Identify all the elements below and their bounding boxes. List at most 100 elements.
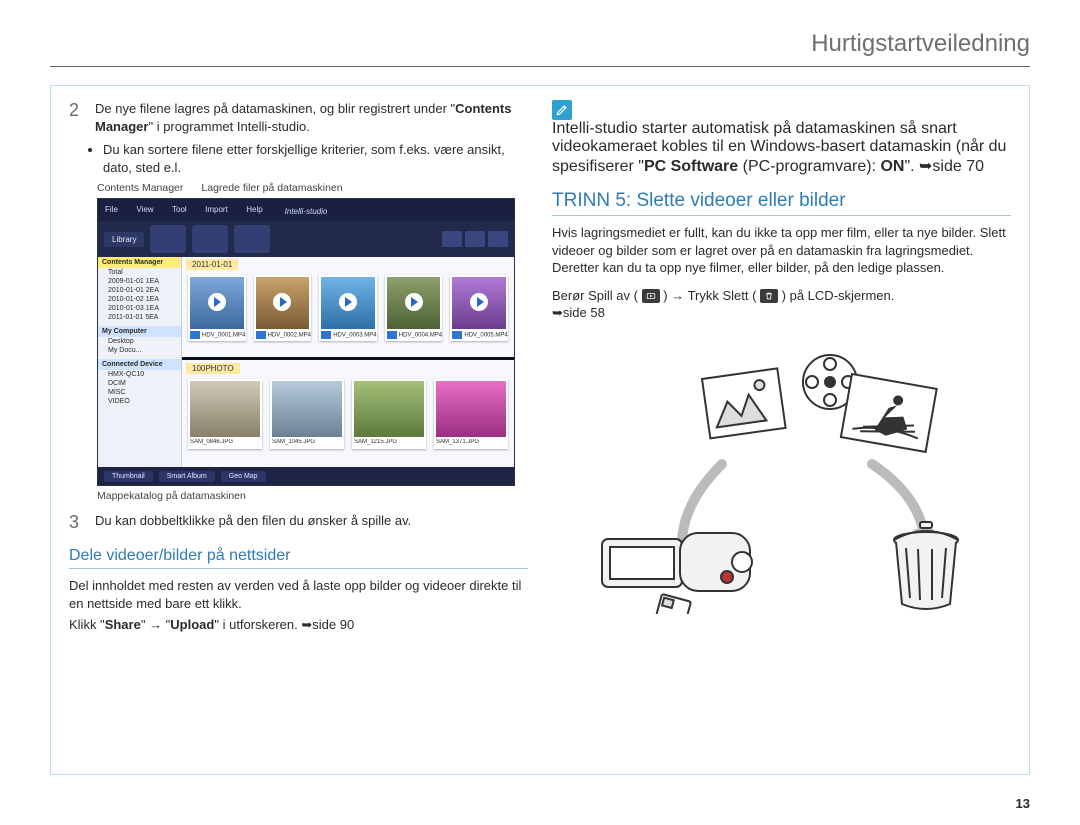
ss-tree-item: 2010-01-01 2EA (98, 286, 181, 295)
ss-photo-row: SAM_0846.JPG SAM_1045.JPG SAM_1215.JPG S… (188, 379, 508, 449)
play-icon (339, 293, 357, 311)
thumb-name: HDV_0002.MP4 (268, 333, 311, 339)
share-heading: Dele videoer/bilder på nettsider (69, 547, 528, 565)
ss-tool-button (234, 225, 270, 253)
step-2: 2 De nye filene lagres på datamaskinen, … (69, 100, 528, 135)
trash-button-icon (760, 289, 778, 303)
ss-tree-item: Desktop (98, 337, 181, 346)
share-line2: Klikk "Share" → "Upload" i utforskeren. … (69, 616, 528, 634)
ss-photo-thumb: SAM_0846.JPG (188, 379, 262, 449)
thumb-name: HDV_0004.MP4 (399, 333, 442, 339)
play-icon (208, 293, 226, 311)
content-frame: 2 De nye filene lagres på datamaskinen, … (50, 85, 1030, 775)
ss-bottom-bar: Thumbnail Smart Album Geo Map (98, 467, 514, 485)
ss-left-panel: Contents Manager Total 2009-01-01 1EA 20… (98, 257, 182, 467)
left-column: 2 De nye filene lagres på datamaskinen, … (69, 100, 528, 760)
label-contents-manager: Contents Manager (97, 182, 183, 194)
step5-line: Berør Spill av ( ) → Trykk Slett ( ) på … (552, 287, 1011, 322)
ss-bottom-btn: Smart Album (159, 471, 215, 482)
ss-tree-item: VIDEO (98, 397, 181, 406)
arrow-icon: → (149, 617, 162, 632)
ss-photo-thumb: SAM_1045.JPG (270, 379, 344, 449)
page-number: 13 (1016, 796, 1030, 811)
thumb-name: SAM_0846.JPG (190, 439, 233, 445)
ss-bottom-btn: Geo Map (221, 471, 266, 482)
thumb-name: HDV_0005.MP4 (464, 333, 507, 339)
screenshot-top-labels: Contents Manager Lagrede filer på datama… (97, 182, 528, 194)
step-2-text: De nye filene lagres på datamaskinen, og… (95, 100, 528, 135)
page-ref-icon (552, 305, 563, 320)
arrow-icon: → (671, 288, 684, 303)
ss-section-connected: Connected Device (98, 359, 181, 370)
ss-tree-item: Total (98, 268, 181, 277)
step5-heading: TRINN 5: Slette videoer eller bilder (552, 190, 1011, 212)
ss-video-thumb: HDV_0005.MP4 (450, 275, 508, 341)
ss-photo-thumb: SAM_1371.JPG (434, 379, 508, 449)
ss-video-row: HDV_0001.MP4 HDV_0002.MP4 HDV_0003.MP4 H… (188, 275, 508, 341)
ss-tree-item: 2009-01-01 1EA (98, 277, 181, 286)
ss-tree-item: HMX-QC10 (98, 370, 181, 379)
ss-view-button (488, 231, 508, 247)
menu-item: View (129, 200, 160, 219)
menu-item: File (98, 200, 125, 219)
ss-menubar: File View Tool Import Help Intelli-studi… (98, 199, 514, 221)
thumb-name: SAM_1371.JPG (436, 439, 479, 445)
ss-section-contents: Contents Manager (98, 257, 181, 268)
header-rule (50, 66, 1030, 67)
ss-separator (182, 357, 514, 360)
step2-part2: " i programmet Intelli-studio. (148, 119, 309, 134)
share-para: Del innholdet med resten av verden ved å… (69, 577, 528, 612)
step2-part1: De nye filene lagres på datamaskinen, og… (95, 101, 455, 116)
ss-view-button (465, 231, 485, 247)
ss-tool-button (150, 225, 186, 253)
ss-tool-button (192, 225, 228, 253)
page-ref-icon (919, 158, 932, 175)
ss-tree-item: 2011-01-01 5EA (98, 313, 181, 322)
step5-rule (552, 215, 1011, 216)
menu-item: Help (239, 200, 269, 219)
ss-breadcrumb2: 100PHOTO (186, 363, 240, 374)
ss-app-title: Intelli-studio (278, 202, 335, 221)
ss-main-area: 2011-01-01 HDV_0001.MP4 HDV_0002.MP4 HDV… (182, 257, 514, 467)
ss-tree-item: My Docu... (98, 346, 181, 355)
page-ref-icon (301, 617, 312, 632)
step-3: 3 Du kan dobbeltklikke på den filen du ø… (69, 512, 528, 533)
note-box: Intelli-studio starter automatisk på dat… (552, 100, 1011, 176)
ss-tree-item: 2010-01-03 1EA (98, 304, 181, 313)
ss-bottom-btn: Thumbnail (104, 471, 153, 482)
note-text: Intelli-studio starter automatisk på dat… (552, 120, 1011, 176)
right-column: Intelli-studio starter automatisk på dat… (552, 100, 1011, 760)
ss-breadcrumb: 2011-01-01 (186, 259, 238, 270)
ss-video-thumb: HDV_0003.MP4 (319, 275, 377, 341)
step3-text: Du kan dobbeltklikke på den filen du øns… (95, 512, 528, 533)
thumb-name: SAM_1045.JPG (272, 439, 315, 445)
thumb-name: HDV_0001.MP4 (202, 333, 245, 339)
caption-below-screenshot: Mappekatalog på datamaskinen (97, 490, 528, 502)
share-rule (69, 568, 528, 569)
intelli-studio-screenshot: File View Tool Import Help Intelli-studi… (97, 198, 515, 486)
ss-section-mycomputer: My Computer (98, 326, 181, 337)
step-number: 3 (69, 512, 89, 533)
play-icon (405, 293, 423, 311)
play-icon (273, 293, 291, 311)
thumb-name: SAM_1215.JPG (354, 439, 397, 445)
page-header: Hurtigstartveiledning (50, 30, 1030, 64)
ss-video-thumb: HDV_0002.MP4 (254, 275, 312, 341)
ss-photo-thumb: SAM_1215.JPG (352, 379, 426, 449)
ss-view-button (442, 231, 462, 247)
delete-illustration (572, 334, 992, 614)
play-icon (470, 293, 488, 311)
label-stored-files: Lagrede filer på datamaskinen (201, 182, 342, 194)
note-icon (552, 100, 572, 120)
step5-para: Hvis lagringsmediet er fullt, kan du ikk… (552, 224, 1011, 277)
play-button-icon (642, 289, 660, 303)
ss-tree-item: DCIM (98, 379, 181, 388)
thumb-name: HDV_0003.MP4 (333, 333, 376, 339)
ss-toolbar: Library (98, 221, 514, 257)
menu-item: Tool (165, 200, 194, 219)
ss-video-thumb: HDV_0001.MP4 (188, 275, 246, 341)
ss-library-button: Library (104, 232, 144, 247)
step2-bullets: Du kan sortere filene etter forskjellige… (103, 141, 528, 176)
two-columns: 2 De nye filene lagres på datamaskinen, … (69, 100, 1011, 760)
step-number: 2 (69, 100, 89, 135)
